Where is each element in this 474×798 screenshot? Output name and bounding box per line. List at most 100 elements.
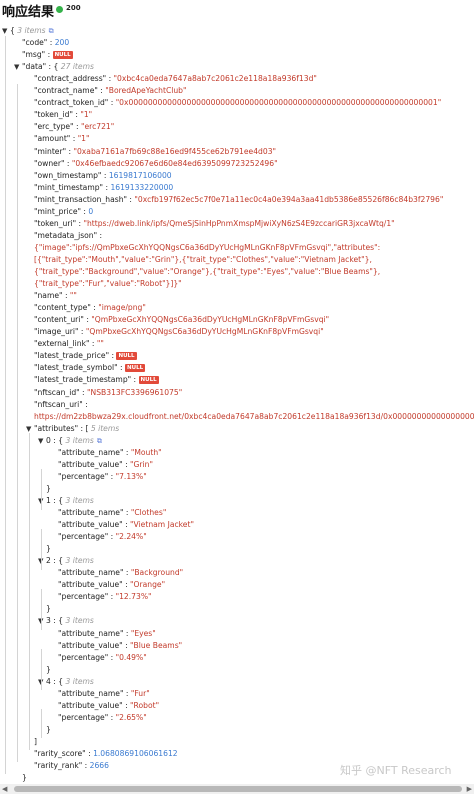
json-colon: :	[108, 532, 116, 542]
collapse-toggle-icon[interactable]: ▼	[38, 496, 46, 507]
json-key: "mint_timestamp"	[34, 182, 104, 192]
copy-icon[interactable]: ⧉	[97, 436, 102, 447]
json-line: "contract_address" : "0xbc4ca0eda7647a8a…	[0, 73, 317, 85]
item-count: 3 items	[63, 435, 94, 445]
indent-guide	[29, 433, 30, 750]
json-line: ▼ 3 : { 3 items	[0, 615, 94, 627]
null-badge: NULL	[52, 51, 73, 60]
json-line: "percentage" : "7.13%"	[0, 471, 147, 483]
json-line: "percentage" : "0.49%"	[0, 652, 147, 664]
json-key: "percentage"	[58, 592, 109, 602]
json-line: "amount" : "1"	[0, 133, 90, 145]
json-line: "metadata_json" :	[0, 230, 102, 242]
scroll-left-icon[interactable]: ◀	[2, 785, 7, 793]
json-key: "attribute_value"	[58, 520, 123, 530]
json-string-value: {"image":"ipfs://QmPbxeGcXhYQQNgsC6a36dD…	[34, 242, 381, 252]
item-count: 3 items	[63, 495, 94, 505]
json-key: "attribute_value"	[58, 580, 123, 590]
json-string-value: "0xcfb197f62ec5c7f0e71a11ec0c4a0e394a3aa…	[134, 194, 444, 204]
json-key: "percentage"	[58, 652, 109, 662]
copy-icon[interactable]: ⧉	[49, 26, 54, 37]
json-colon: :	[123, 447, 131, 457]
json-line: "percentage" : "12.73%"	[0, 591, 152, 603]
json-key: "attribute_name"	[58, 568, 124, 578]
json-string-value: "1"	[77, 134, 90, 144]
json-line: "attribute_name" : "Clothes"	[0, 507, 166, 519]
indent-guide	[41, 469, 42, 510]
json-key: "rarity_rank"	[34, 761, 83, 771]
json-line: "rarity_score" : 1.0680869106061612	[0, 748, 178, 760]
json-string-value: "Fur"	[130, 688, 150, 698]
json-line: "percentage" : "2.24%"	[0, 531, 147, 543]
json-key: "percentage"	[58, 532, 109, 542]
json-key: "percentage"	[58, 712, 109, 722]
json-key: "attribute_name"	[58, 508, 124, 517]
indent-guide	[5, 36, 6, 774]
json-line: "name" : ""	[0, 290, 77, 302]
json-string-value: "0x46efbaedc92067e6d60e84ed6395099723252…	[71, 158, 278, 168]
json-colon: :	[123, 508, 131, 517]
json-string-value: "1"	[80, 110, 93, 120]
json-key: "contract_token_id"	[34, 98, 109, 108]
json-key: "code"	[22, 38, 48, 48]
json-key: "data"	[22, 62, 47, 72]
json-key: "attribute_name"	[58, 628, 124, 638]
json-string-value: "Orange"	[130, 580, 166, 590]
json-bracket: }	[46, 604, 51, 614]
collapse-toggle-icon[interactable]: ▼	[26, 424, 34, 435]
json-line: "attribute_value" : "Orange"	[0, 579, 165, 591]
json-key: "mint_transaction_hash"	[34, 194, 128, 204]
json-line: "latest_trade_timestamp" : NULL	[0, 374, 159, 386]
json-key: "name"	[34, 291, 63, 301]
json-string-value: https://dm2zb8bwza29x.cloudfront.net/0xb…	[34, 411, 474, 421]
json-key: "image_uri"	[34, 327, 79, 337]
json-string-value: ""	[69, 291, 77, 301]
null-badge: NULL	[116, 352, 137, 361]
json-colon: :	[123, 688, 131, 698]
null-badge: NULL	[125, 364, 146, 373]
json-line: "contract_name" : "BoredApeYachtClub"	[0, 85, 186, 97]
scrollbar-thumb[interactable]	[14, 786, 462, 792]
collapse-toggle-icon[interactable]: ▼	[38, 436, 46, 447]
json-line: "mint_timestamp" : 1619133220000	[0, 182, 173, 194]
json-key: "latest_trade_timestamp"	[34, 375, 132, 385]
json-key: "msg"	[22, 50, 46, 60]
collapse-toggle-icon[interactable]: ▼	[2, 26, 10, 37]
json-line: "external_link" : ""	[0, 338, 104, 350]
json-line: "attribute_value" : "Grin"	[0, 459, 153, 471]
json-colon: :	[122, 459, 131, 469]
json-line: "attribute_name" : "Fur"	[0, 688, 150, 700]
json-line: "contract_token_id" : "0x000000000000000…	[0, 97, 441, 109]
json-line: "latest_trade_symbol" : NULL	[0, 362, 146, 374]
json-line: "nftscan_uri" :	[0, 399, 88, 411]
json-colon: :	[108, 712, 116, 722]
json-colon: :	[64, 158, 72, 168]
json-line: "attribute_name" : "Background"	[0, 567, 183, 579]
json-string-value: "7.13%"	[115, 471, 147, 481]
json-bracket: }	[46, 664, 51, 674]
json-viewer[interactable]: ▼{ 3 items ⧉ "code" : 200 "msg" : NULL ▼ "dat…	[0, 22, 474, 782]
json-number-value: 2666	[89, 761, 109, 771]
json-line: "token_id" : "1"	[0, 109, 92, 121]
collapse-toggle-icon[interactable]: ▼	[14, 62, 22, 73]
collapse-toggle-icon[interactable]: ▼	[38, 556, 46, 567]
scroll-right-icon[interactable]: ▶	[467, 785, 472, 793]
collapse-toggle-icon[interactable]: ▼	[38, 616, 46, 627]
json-colon: :	[108, 471, 116, 481]
collapse-toggle-icon[interactable]: ▼	[38, 677, 46, 688]
json-string-value: "Blue Beams"	[130, 640, 183, 650]
json-line: }	[0, 543, 51, 555]
json-number-value: 1619817106000	[108, 170, 172, 180]
json-key: "owner"	[34, 158, 65, 168]
json-line: "content_uri" : "QmPbxeGcXhYQQNgsC6a36dD…	[0, 314, 329, 326]
json-key: "contract_name"	[34, 86, 98, 96]
item-count: 3 items	[63, 556, 94, 566]
horizontal-scrollbar[interactable]: ◀ ▶	[0, 784, 474, 794]
json-string-value: "image/png"	[98, 303, 146, 313]
json-line: ▼ 0 : { 3 items ⧉	[0, 435, 102, 447]
json-line: ▼ 1 : { 3 items	[0, 495, 94, 507]
json-line: ▼ "data" : { 27 items	[0, 61, 94, 73]
json-key: "attribute_name"	[58, 688, 124, 698]
json-key: "mint_price"	[34, 206, 81, 216]
json-colon: :	[47, 38, 55, 48]
